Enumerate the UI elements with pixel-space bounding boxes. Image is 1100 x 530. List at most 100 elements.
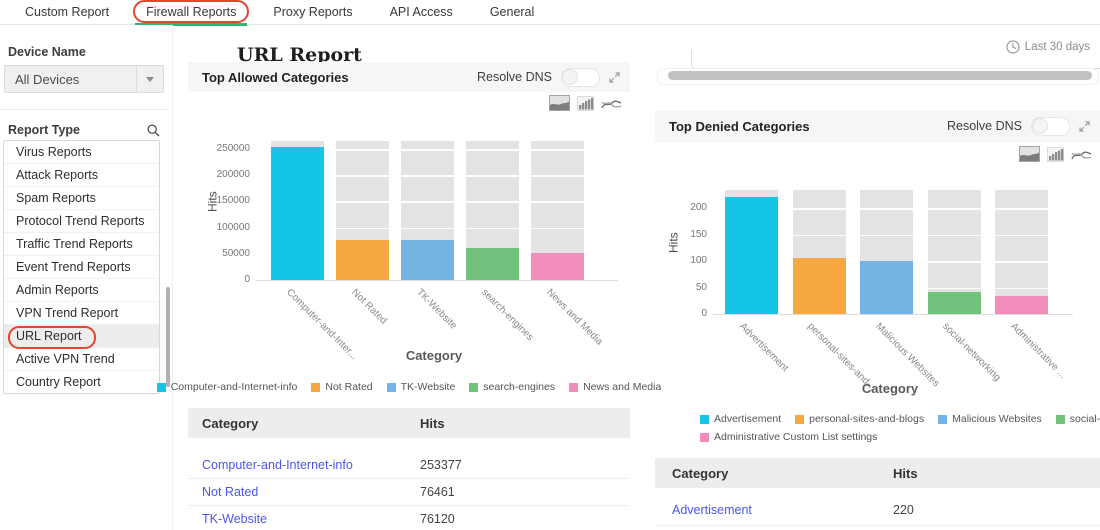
bar-news-and-media[interactable] xyxy=(531,253,584,280)
legend-label: Malicious Websites xyxy=(952,413,1042,425)
denied-categories-chart: 0 50 100 150 200 Advertisement personal-sites-… xyxy=(655,180,1100,470)
x-axis-title: Category xyxy=(405,348,463,363)
sidebar-item-traffic-trend-reports[interactable]: Traffic Trend Reports xyxy=(4,233,159,256)
bar-chart-icon[interactable] xyxy=(1047,147,1064,167)
column-header-category: Category xyxy=(202,415,259,431)
x-axis-tick-label: News and Media xyxy=(543,287,605,348)
bar-computer-and-internet-info[interactable] xyxy=(271,147,324,280)
bar-advertisement[interactable] xyxy=(724,197,778,314)
legend-item-news-and-media[interactable]: News and Media xyxy=(569,381,661,393)
legend-swatch xyxy=(938,414,948,424)
denied-categories-table: Category Hits Advertisement 220 xyxy=(655,458,1100,530)
legend-swatch xyxy=(156,382,166,392)
hits-value: 220 xyxy=(893,502,914,517)
legend-item-personal-sites-and-blogs[interactable]: personal-sites-and-blogs xyxy=(795,413,924,425)
legend-swatch xyxy=(700,414,709,424)
sidebar-item-active-vpn-trend[interactable]: Active VPN Trend xyxy=(4,348,159,371)
legend-swatch xyxy=(569,382,579,392)
column-header-hits: Hits xyxy=(893,465,918,481)
bar-administrative-custom-list-settings[interactable] xyxy=(995,295,1048,314)
bar-personal-sites-and-blogs[interactable] xyxy=(792,258,846,314)
x-axis-line xyxy=(256,280,618,281)
resolve-dns-toggle[interactable] xyxy=(1031,116,1070,136)
bar-chart-icon[interactable] xyxy=(577,96,594,116)
hits-value: 76120 xyxy=(420,511,455,526)
legend-label: search-engines xyxy=(483,381,556,393)
table-row: TK-Website 76120 xyxy=(188,505,630,530)
nav-tab-api-access[interactable]: API Access xyxy=(390,5,453,19)
partial-panel-edge xyxy=(691,50,1100,69)
legend-swatch xyxy=(311,382,321,392)
device-select-caret-button[interactable] xyxy=(136,66,163,92)
y-axis-tick-label: 200000 xyxy=(216,169,250,181)
sidebar-item-attack-reports[interactable]: Attack Reports xyxy=(4,164,159,187)
sidebar-scrollbar[interactable] xyxy=(166,287,170,387)
legend-item-search-engines[interactable]: search-engines xyxy=(469,381,555,393)
toggle-knob xyxy=(1032,117,1048,134)
bar-social-networking[interactable] xyxy=(927,291,981,314)
legend-item-malicious-websites[interactable]: Malicious Websites xyxy=(938,413,1042,425)
column-header-hits: Hits xyxy=(420,415,445,431)
table-row: Computer-and-Internet-info 253377 xyxy=(188,451,630,479)
horizontal-scrollbar-thumb[interactable] xyxy=(668,71,1092,80)
x-axis-title: Category xyxy=(861,381,919,396)
legend-label: personal-sites-and-blogs xyxy=(809,413,925,425)
legend-label: Administrative Custom List settings xyxy=(714,431,878,443)
device-select[interactable]: All Devices xyxy=(4,65,164,93)
sidebar-item-admin-reports[interactable]: Admin Reports xyxy=(4,279,159,302)
x-axis-tick-label: TK-Website xyxy=(413,287,459,332)
sidebar-item-url-report[interactable]: URL Report xyxy=(4,325,159,349)
bar-malicious-websites[interactable] xyxy=(860,261,913,314)
table-row: Advertisement 220 xyxy=(655,494,1100,526)
category-link-computer-and-internet-info[interactable]: Computer-and-Internet-info xyxy=(202,458,353,472)
panel-title-top-denied: Top Denied Categories xyxy=(669,118,810,134)
legend-item-computer-and-internet-info[interactable]: Computer-and-Internet-info xyxy=(156,381,298,393)
nav-tab-custom-report[interactable]: Custom Report xyxy=(25,5,109,19)
x-axis-tick-label: Malicious Websites xyxy=(872,321,941,390)
legend-swatch xyxy=(700,432,709,442)
legend-item-not-rated[interactable]: Not Rated xyxy=(311,381,373,393)
sidebar-item-country-report[interactable]: Country Report xyxy=(4,371,159,393)
resolve-dns-label: Resolve DNS xyxy=(476,70,552,84)
column-header-category: Category xyxy=(672,465,729,481)
x-axis-tick-label: Advertisement xyxy=(737,321,791,374)
line-chart-icon[interactable] xyxy=(1071,148,1092,167)
nav-tab-proxy-reports[interactable]: Proxy Reports xyxy=(273,5,352,19)
area-chart-icon[interactable] xyxy=(549,95,570,116)
category-link-not-rated[interactable]: Not Rated xyxy=(202,485,258,499)
legend-item-tk-website[interactable]: TK-Website xyxy=(386,381,455,393)
legend-item-administrative-custom-list-settings[interactable]: Administrative Custom List settings xyxy=(700,431,877,443)
nav-tab-firewall-reports[interactable]: Firewall Reports xyxy=(133,0,250,26)
legend-item-social-networking[interactable]: social-networking xyxy=(1055,413,1100,425)
sidebar-item-spam-reports[interactable]: Spam Reports xyxy=(4,187,159,210)
legend-label: social-networking xyxy=(1069,413,1100,425)
category-link-advertisement[interactable]: Advertisement xyxy=(672,503,752,517)
y-axis-tick-label: 50000 xyxy=(222,247,250,259)
legend-label: Computer-and-Internet-info xyxy=(170,381,298,393)
chart-legend: Advertisement personal-sites-and-blogs Mal… xyxy=(700,413,1100,425)
line-chart-icon[interactable] xyxy=(601,97,622,116)
panel-header-top-denied: Top Denied Categories Resolve DNS xyxy=(655,110,1100,142)
y-axis-tick-label: 150000 xyxy=(216,195,250,207)
sidebar-item-event-trend-reports[interactable]: Event Trend Reports xyxy=(4,256,159,279)
category-link-tk-website[interactable]: TK-Website xyxy=(202,512,267,526)
bar-tk-website[interactable] xyxy=(401,240,454,280)
allowed-categories-table: Category Hits Computer-and-Internet-info 25… xyxy=(188,408,630,530)
nav-tab-general[interactable]: General xyxy=(490,5,534,19)
legend-label: News and Media xyxy=(583,381,662,393)
sidebar-item-vpn-trend-report[interactable]: VPN Trend Report xyxy=(4,302,159,325)
expand-icon[interactable] xyxy=(609,71,620,83)
area-chart-icon[interactable] xyxy=(1019,146,1040,167)
resolve-dns-toggle[interactable] xyxy=(561,67,600,87)
bar-not-rated[interactable] xyxy=(336,239,389,280)
search-icon[interactable] xyxy=(147,123,160,137)
report-type-label: Report Type xyxy=(8,123,80,137)
bar-search-engines[interactable] xyxy=(466,248,519,280)
legend-swatch xyxy=(469,382,479,392)
sidebar-item-protocol-trend-reports[interactable]: Protocol Trend Reports xyxy=(4,210,159,233)
legend-item-advertisement[interactable]: Advertisement xyxy=(700,413,781,425)
expand-icon[interactable] xyxy=(1079,120,1090,132)
top-nav: Custom Report Firewall Reports Proxy Repor… xyxy=(0,0,1100,26)
annotation-circle xyxy=(8,326,96,349)
sidebar-item-virus-reports[interactable]: Virus Reports xyxy=(4,141,159,164)
